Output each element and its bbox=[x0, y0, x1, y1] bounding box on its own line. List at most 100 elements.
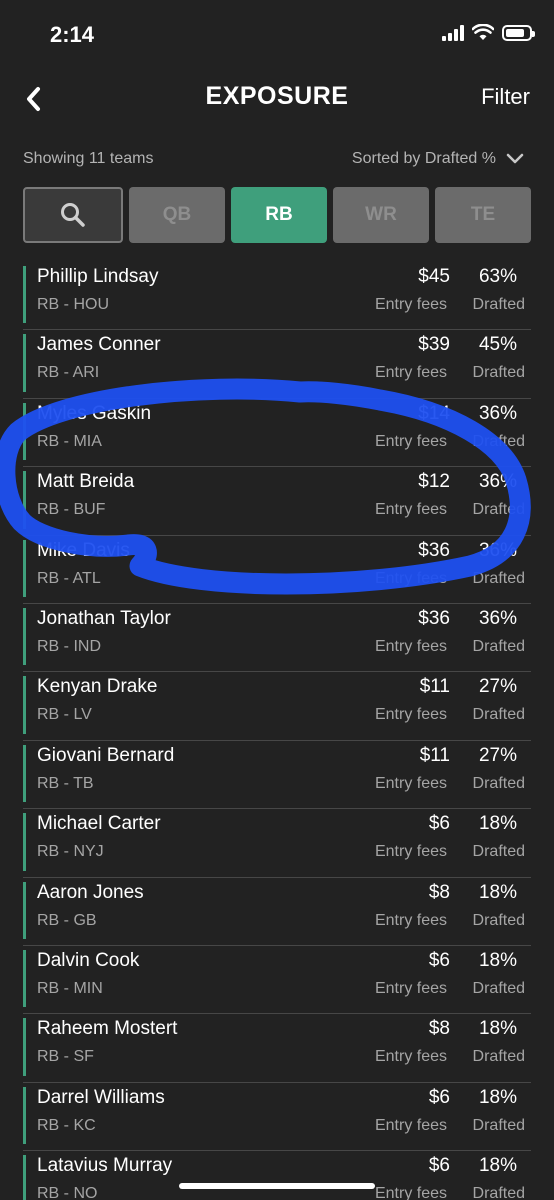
row-accent-bar bbox=[23, 607, 26, 666]
drafted-label: Drafted bbox=[472, 432, 525, 450]
player-row[interactable]: Aaron Jones RB - GB $8 Entry fees 18% Drafted bbox=[23, 878, 531, 946]
drafted-label: Drafted bbox=[472, 296, 525, 313]
drafted-label: Drafted bbox=[472, 364, 525, 382]
player-name: Aaron Jones bbox=[37, 881, 144, 903]
player-position-team: RB - LV bbox=[37, 706, 92, 724]
player-name: Myles Gaskin bbox=[37, 402, 152, 424]
filter-button[interactable]: Filter bbox=[481, 84, 530, 110]
summary-row: Showing 11 teams Sorted by Drafted % bbox=[23, 147, 524, 171]
player-row[interactable]: Myles Gaskin RB - MIA $14 Entry fees 36% Draf… bbox=[23, 399, 531, 468]
tab-wr[interactable]: WR bbox=[333, 187, 429, 243]
entry-fee-label: Entry fees bbox=[374, 1185, 447, 1200]
drafted-percent-value: 36% bbox=[478, 539, 517, 561]
row-accent-bar bbox=[23, 1018, 26, 1076]
player-row[interactable]: Phillip Lindsay RB - HOU $45 Entry fees 63% D… bbox=[23, 262, 531, 331]
player-name: James Conner bbox=[37, 334, 161, 356]
player-row[interactable]: Michael Carter RB - NYJ $6 Entry fees 18% Dra… bbox=[23, 809, 531, 878]
row-accent-bar bbox=[23, 949, 26, 1008]
row-accent-bar bbox=[23, 676, 26, 734]
player-position-team: RB - NO bbox=[37, 1185, 98, 1200]
player-row[interactable]: Giovani Bernard RB - TB $11 Entry fees 27% Dr… bbox=[23, 741, 531, 810]
drafted-percent-value: 18% bbox=[478, 1086, 517, 1108]
entry-fee-value: $45 bbox=[418, 266, 450, 287]
drafted-label: Drafted bbox=[472, 706, 525, 724]
entry-fee-label: Entry fees bbox=[374, 569, 447, 587]
drafted-label: Drafted bbox=[472, 843, 525, 861]
player-row[interactable]: Mike Davis RB - ATL $36 Entry fees 36% Drafte… bbox=[23, 536, 531, 604]
player-list: Phillip Lindsay RB - HOU $45 Entry fees 63% D… bbox=[23, 262, 531, 1200]
entry-fee-value: $6 bbox=[428, 813, 450, 835]
drafted-percent-value: 27% bbox=[478, 676, 517, 698]
player-row[interactable]: Dalvin Cook RB - MIN $6 Entry fees 18% Drafte… bbox=[23, 946, 531, 1015]
position-tabs: QB RB WR TE bbox=[23, 187, 531, 243]
player-position-team: RB - IND bbox=[37, 637, 101, 655]
drafted-label: Drafted bbox=[472, 1185, 525, 1200]
drafted-label: Drafted bbox=[472, 979, 525, 997]
drafted-percent-value: 45% bbox=[478, 334, 517, 356]
entry-fee-label: Entry fees bbox=[374, 364, 447, 382]
wifi-icon bbox=[472, 24, 494, 40]
player-position-team: RB - SF bbox=[37, 1048, 94, 1066]
drafted-label: Drafted bbox=[472, 774, 525, 792]
tab-te[interactable]: TE bbox=[435, 187, 531, 243]
tab-search[interactable] bbox=[23, 187, 123, 243]
entry-fee-value: $36 bbox=[418, 607, 450, 629]
player-position-team: RB - HOU bbox=[37, 296, 109, 313]
status-icons bbox=[442, 24, 535, 41]
drafted-label: Drafted bbox=[472, 569, 525, 587]
player-position-team: RB - TB bbox=[37, 774, 94, 792]
entry-fee-value: $8 bbox=[428, 881, 450, 903]
sort-dropdown[interactable]: Sorted by Drafted % bbox=[352, 150, 524, 168]
drafted-percent-value: 18% bbox=[478, 1155, 517, 1177]
player-name: Michael Carter bbox=[37, 813, 161, 835]
player-position-team: RB - NYJ bbox=[37, 843, 104, 861]
drafted-percent-value: 36% bbox=[478, 402, 517, 424]
entry-fee-label: Entry fees bbox=[374, 1116, 447, 1134]
row-accent-bar bbox=[23, 266, 26, 324]
player-name: Giovani Bernard bbox=[37, 744, 175, 766]
entry-fee-label: Entry fees bbox=[374, 501, 447, 519]
entry-fee-value: $36 bbox=[418, 539, 450, 561]
player-name: Latavius Murray bbox=[37, 1155, 173, 1177]
player-row[interactable]: Matt Breida RB - BUF $12 Entry fees 36% Draft… bbox=[23, 467, 531, 536]
drafted-percent-value: 18% bbox=[478, 813, 517, 835]
player-name: Mike Davis bbox=[37, 539, 130, 561]
row-accent-bar bbox=[23, 1155, 26, 1200]
entry-fee-label: Entry fees bbox=[374, 1048, 447, 1066]
player-position-team: RB - ARI bbox=[37, 364, 100, 382]
status-time: 2:14 bbox=[50, 22, 95, 47]
entry-fee-value: $12 bbox=[418, 471, 450, 493]
player-position-team: RB - GB bbox=[37, 911, 97, 929]
entry-fee-label: Entry fees bbox=[374, 774, 447, 792]
player-row[interactable]: Jonathan Taylor RB - IND $36 Entry fees 36% D… bbox=[23, 604, 531, 673]
drafted-label: Drafted bbox=[472, 1116, 525, 1134]
sort-label: Sorted by Drafted % bbox=[351, 150, 496, 167]
tab-qb[interactable]: QB bbox=[129, 187, 225, 243]
player-row[interactable]: Darrel Williams RB - KC $6 Entry fees 18% Dra… bbox=[23, 1083, 531, 1152]
entry-fee-label: Entry fees bbox=[374, 843, 447, 861]
player-position-team: RB - BUF bbox=[37, 501, 106, 519]
row-accent-bar bbox=[23, 471, 26, 529]
entry-fee-label: Entry fees bbox=[374, 706, 447, 724]
drafted-label: Drafted bbox=[472, 637, 525, 655]
entry-fee-value: $8 bbox=[428, 1018, 450, 1040]
player-name: Jonathan Taylor bbox=[37, 607, 171, 629]
entry-fee-value: $6 bbox=[428, 1086, 450, 1108]
player-position-team: RB - KC bbox=[37, 1116, 96, 1134]
teams-count: Showing 11 teams bbox=[23, 150, 154, 167]
drafted-label: Drafted bbox=[472, 911, 525, 929]
page-title: EXPOSURE bbox=[205, 82, 349, 110]
entry-fee-label: Entry fees bbox=[374, 911, 447, 929]
player-row[interactable]: Kenyan Drake RB - LV $11 Entry fees 27% Draft… bbox=[23, 672, 531, 741]
player-row[interactable]: Latavius Murray RB - NO $6 Entry fees 18% Dra… bbox=[23, 1151, 531, 1200]
player-position-team: RB - MIA bbox=[37, 432, 102, 450]
row-accent-bar bbox=[23, 402, 26, 461]
tab-rb[interactable]: RB bbox=[231, 187, 327, 243]
player-name: Darrel Williams bbox=[37, 1086, 165, 1108]
drafted-percent-value: 36% bbox=[478, 471, 517, 493]
player-position-team: RB - ATL bbox=[37, 569, 101, 587]
drafted-percent-value: 18% bbox=[478, 881, 517, 903]
entry-fee-label: Entry fees bbox=[374, 637, 447, 655]
player-row[interactable]: James Conner RB - ARI $39 Entry fees 45% Draf… bbox=[23, 330, 531, 399]
player-row[interactable]: Raheem Mostert RB - SF $8 Entry fees 18% Draf… bbox=[23, 1014, 531, 1083]
